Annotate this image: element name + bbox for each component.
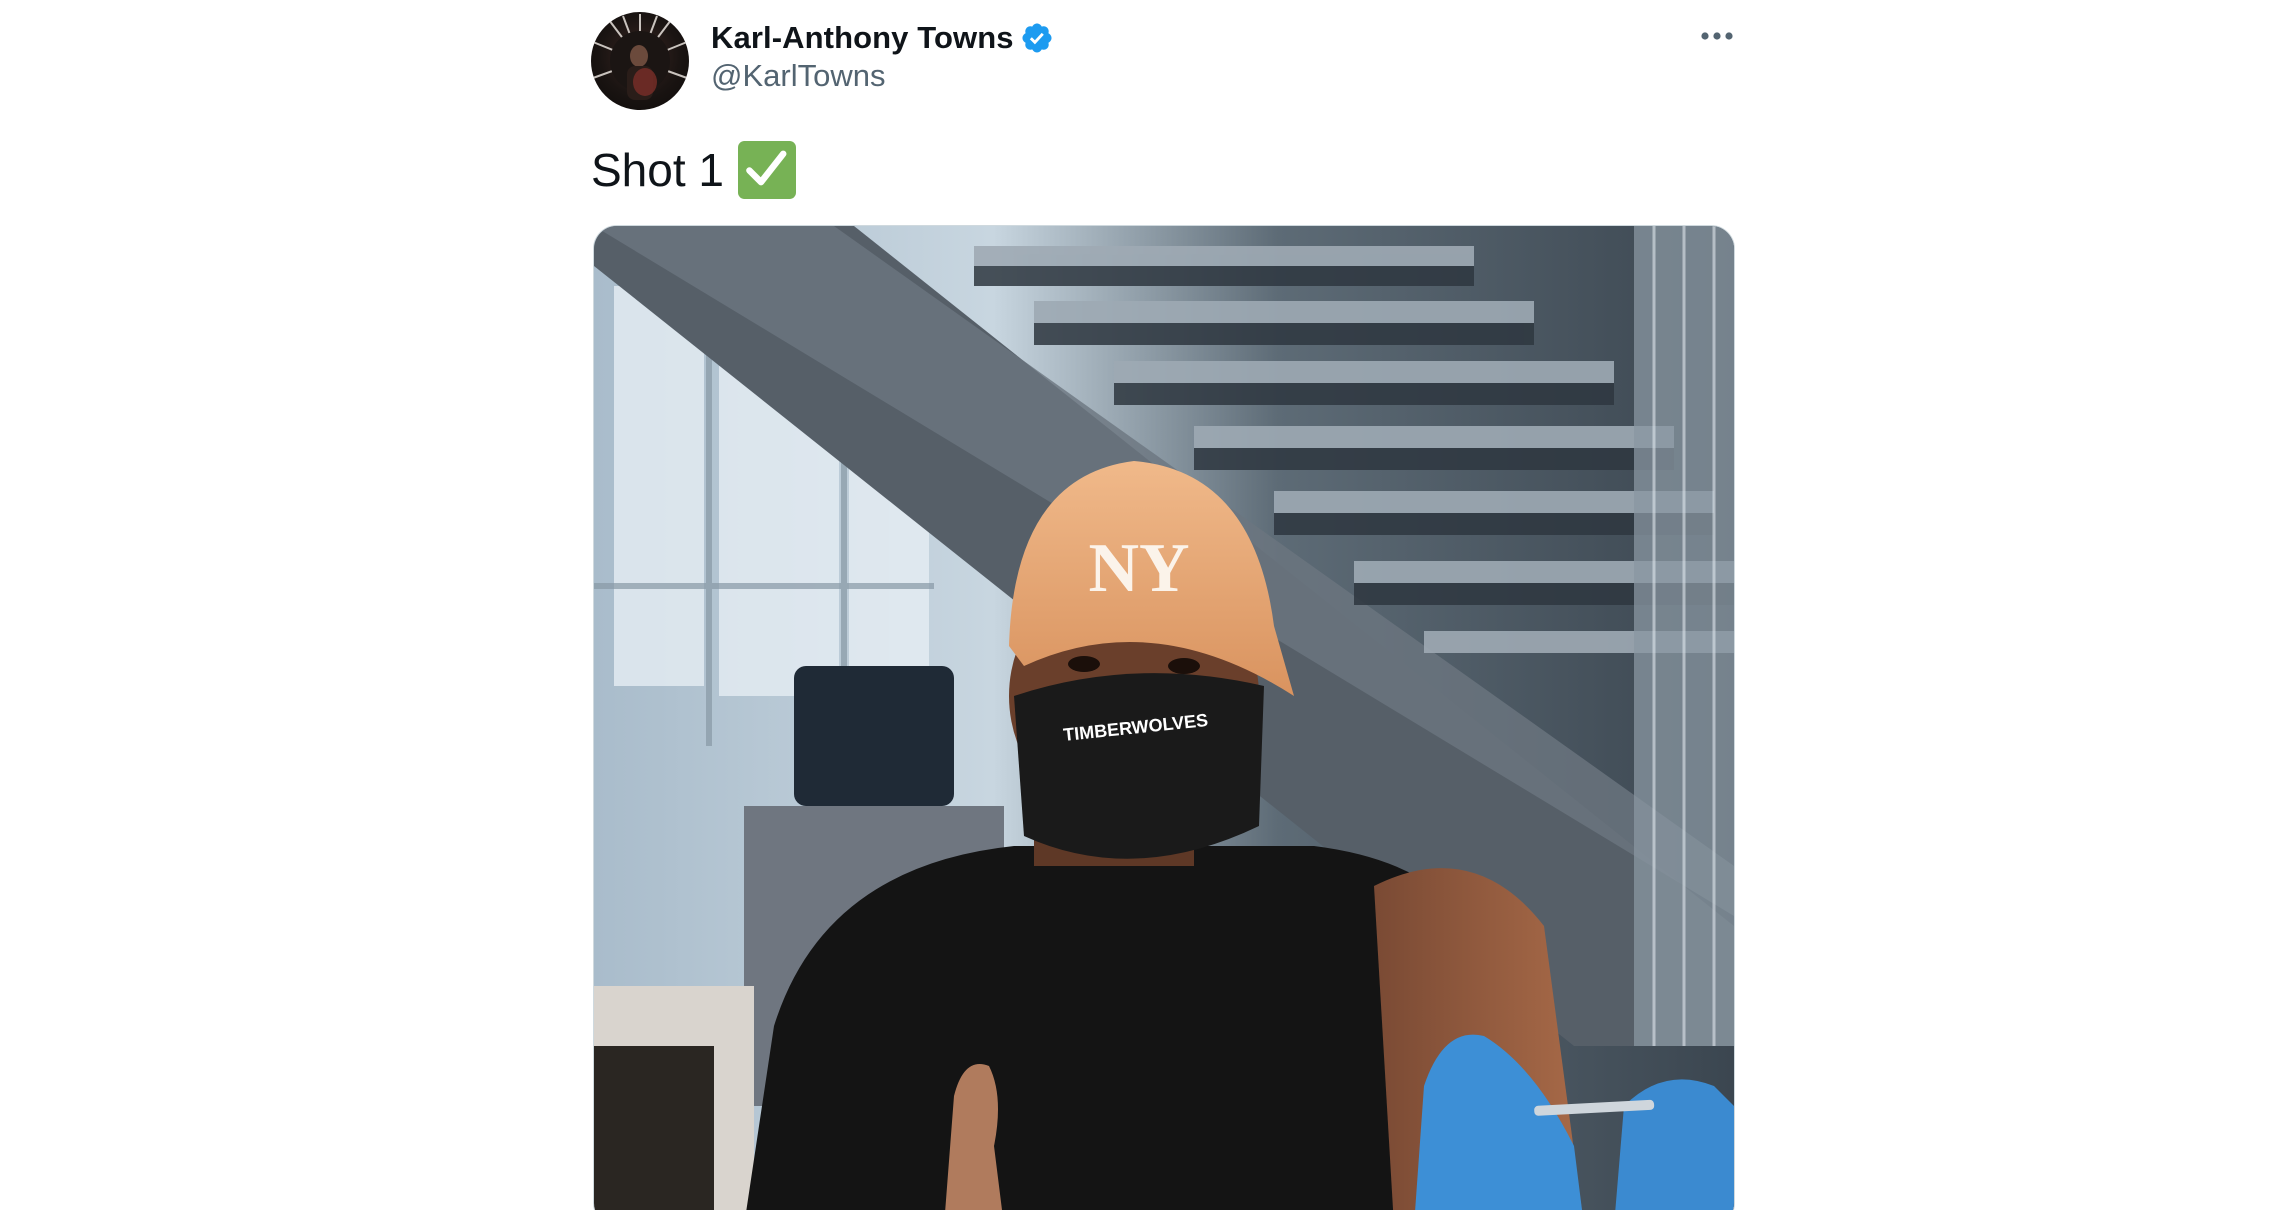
- author-info[interactable]: Karl-Anthony Towns @KarlTowns: [711, 18, 1054, 94]
- author-name-row: Karl-Anthony Towns: [711, 18, 1054, 58]
- white-heavy-check-mark-icon: [738, 141, 796, 199]
- tweet-page: Karl-Anthony Towns @KarlTowns Shot 1 TIM…: [0, 0, 2290, 1210]
- tweet-text-content: Shot 1: [591, 144, 724, 196]
- author-avatar[interactable]: [591, 12, 689, 110]
- avatar-photo: [592, 14, 688, 100]
- verified-badge-icon: [1020, 21, 1054, 55]
- vaccination-photo: TIMBERWOLVES NY: [594, 226, 1734, 1210]
- tweet-text: Shot 1: [591, 140, 796, 200]
- more-options-button[interactable]: [1697, 16, 1737, 56]
- tweet-card: Karl-Anthony Towns @KarlTowns Shot 1 TIM…: [591, 0, 1737, 1210]
- tweet-photo[interactable]: TIMBERWOLVES NY: [593, 225, 1735, 1210]
- author-display-name[interactable]: Karl-Anthony Towns: [711, 20, 1014, 56]
- cap-logo-text: NY: [1088, 530, 1189, 607]
- more-options-icon: [1701, 32, 1733, 40]
- author-handle[interactable]: @KarlTowns: [711, 58, 1054, 94]
